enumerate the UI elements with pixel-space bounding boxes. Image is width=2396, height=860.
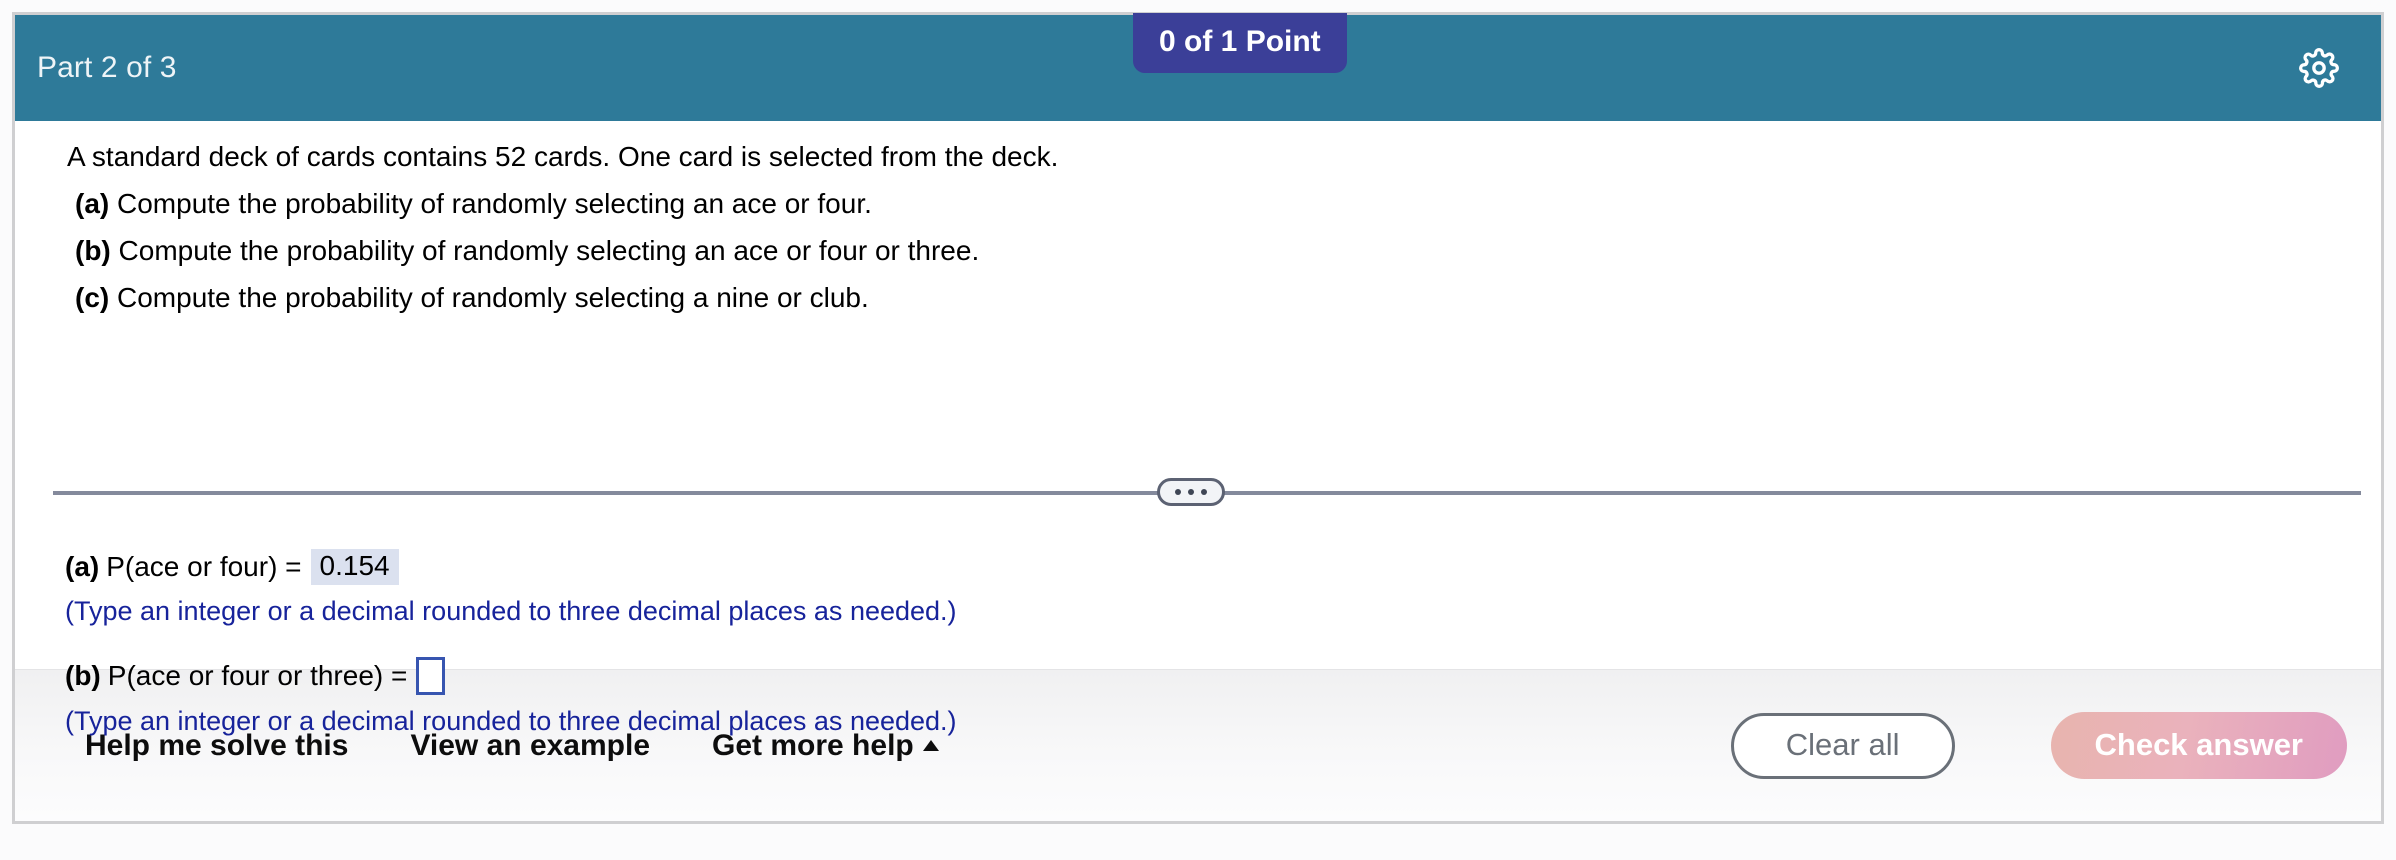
settings-button[interactable] <box>2293 42 2345 94</box>
answer-row-a: (a) P(ace or four) = 0.154 <box>65 549 2361 585</box>
answer-b-expression: P(ace or four or three) = <box>107 660 408 691</box>
part-b-label: (b) <box>75 235 111 266</box>
answer-b-label: (b) <box>65 660 101 691</box>
dot-2 <box>1188 489 1194 495</box>
page-root: Part 2 of 3 0 of 1 Point A standard deck… <box>0 0 2396 860</box>
exercise-header: Part 2 of 3 0 of 1 Point <box>15 13 2381 121</box>
exercise-card: Part 2 of 3 0 of 1 Point A standard deck… <box>12 12 2384 824</box>
question-stem: A standard deck of cards contains 52 car… <box>67 141 1059 172</box>
answer-block-a: (a) P(ace or four) = 0.154 (Type an inte… <box>65 549 2361 625</box>
question-part-c: (c) Compute the probability of randomly … <box>75 284 2381 312</box>
answer-a-label: (a) <box>65 551 100 582</box>
answer-b-input[interactable] <box>416 657 446 695</box>
dot-3 <box>1201 489 1207 495</box>
part-a-label: (a) <box>75 188 110 219</box>
answer-block-b: (b) P(ace or four or three) = (Type an i… <box>65 657 2361 735</box>
ellipsis-icon[interactable] <box>1157 478 1225 506</box>
part-indicator: Part 2 of 3 <box>37 51 177 84</box>
answer-row-b: (b) P(ace or four or three) = <box>65 657 2361 695</box>
part-c-label: (c) <box>75 282 110 313</box>
points-badge: 0 of 1 Point <box>1133 13 1347 73</box>
answer-b-hint: (Type an integer or a decimal rounded to… <box>65 706 957 736</box>
gear-icon <box>2299 48 2339 88</box>
answer-a-hint: (Type an integer or a decimal rounded to… <box>65 596 957 626</box>
part-c-text: Compute the probability of randomly sele… <box>117 282 869 313</box>
dot-1 <box>1175 489 1181 495</box>
exercise-body: A standard deck of cards contains 52 car… <box>15 121 2381 735</box>
answer-a-input[interactable]: 0.154 <box>310 549 399 585</box>
question-part-b: (b) Compute the probability of randomly … <box>75 237 2381 265</box>
answer-a-expression: P(ace or four) = <box>106 551 302 582</box>
question-part-a: (a) Compute the probability of randomly … <box>75 190 2381 218</box>
section-divider <box>53 478 2361 508</box>
question-prompt: A standard deck of cards contains 52 car… <box>15 121 2381 312</box>
answer-area: (a) P(ace or four) = 0.154 (Type an inte… <box>65 549 2361 767</box>
part-b-text: Compute the probability of randomly sele… <box>118 235 980 266</box>
part-a-text: Compute the probability of randomly sele… <box>117 188 872 219</box>
